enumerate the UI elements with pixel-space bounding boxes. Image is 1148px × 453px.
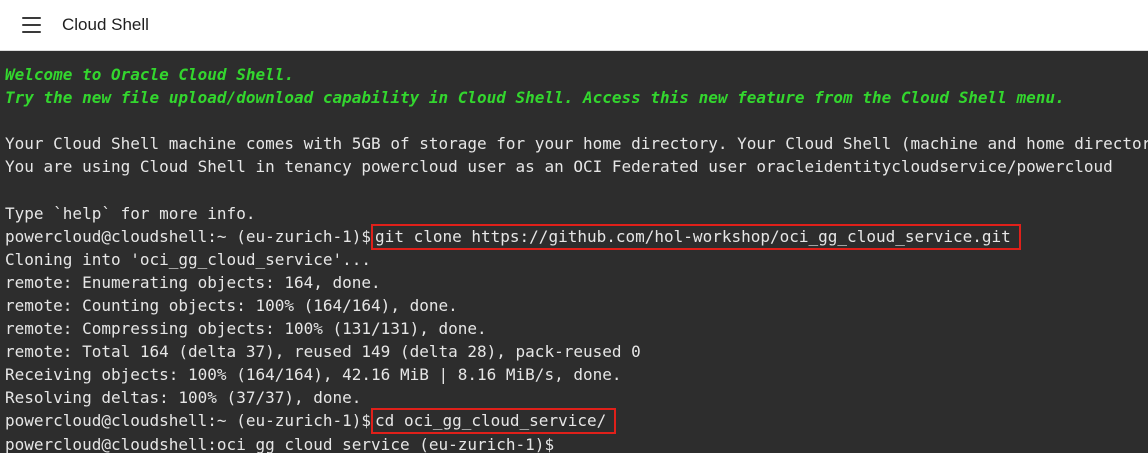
shell-prompt: powercloud@cloudshell:~ (eu-zurich-1)$ — [5, 226, 372, 246]
cd-command: cd oci_gg_cloud_service/ — [371, 408, 617, 435]
git-clone-command: git clone https://github.com/hol-worksho… — [371, 223, 1021, 250]
terminal-area[interactable]: Welcome to Oracle Cloud Shell. Try the n… — [0, 51, 1148, 453]
output-line: Cloning into 'oci_gg_cloud_service'... — [5, 249, 372, 269]
output-line: remote: Total 164 (delta 37), reused 149… — [5, 342, 641, 362]
welcome-line: Try the new file upload/download capabil… — [5, 88, 1065, 108]
output-line: remote: Enumerating objects: 164, done. — [5, 272, 381, 292]
help-line: Type `help` for more info. — [5, 203, 256, 223]
cloud-shell-header: Cloud Shell — [0, 0, 1148, 51]
info-line: Your Cloud Shell machine comes with 5GB … — [5, 134, 1148, 154]
output-line: remote: Compressing objects: 100% (131/1… — [5, 319, 487, 339]
page-title: Cloud Shell — [62, 15, 149, 34]
command-line: powercloud@cloudshell:~ (eu-zurich-1)$ gi… — [5, 223, 1148, 250]
hamburger-menu-icon[interactable] — [22, 15, 46, 35]
shell-prompt: powercloud@cloudshell:~ (eu-zurich-1)$ — [5, 411, 372, 431]
info-line: You are using Cloud Shell in tenancy pow… — [5, 157, 1113, 177]
output-line: Resolving deltas: 100% (37/37), done. — [5, 388, 362, 408]
output-line: Receiving objects: 100% (164/164), 42.16… — [5, 365, 622, 385]
welcome-line: Welcome to Oracle Cloud Shell. — [5, 65, 294, 84]
output-line: remote: Counting objects: 100% (164/164)… — [5, 295, 458, 315]
command-line: powercloud@cloudshell:~ (eu-zurich-1)$ cd… — [5, 408, 1148, 435]
current-prompt-line[interactable]: powercloud@cloudshell:oci_gg_cloud_servi… — [5, 433, 1148, 453]
shell-prompt: powercloud@cloudshell:oci_gg_cloud_servi… — [5, 434, 555, 453]
